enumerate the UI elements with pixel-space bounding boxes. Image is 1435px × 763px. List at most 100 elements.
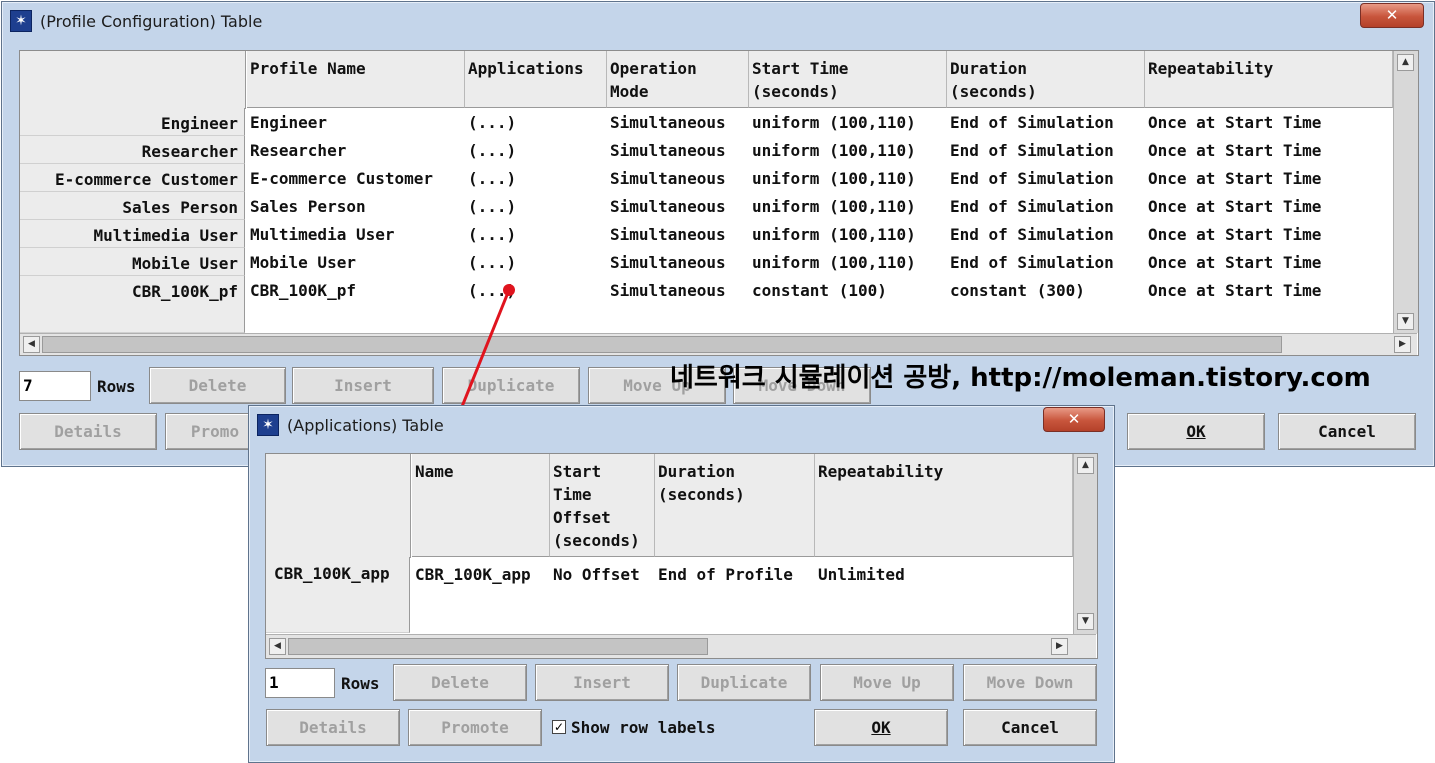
row-label[interactable]: Sales Person [20, 192, 245, 220]
delete-button[interactable]: Delete [393, 664, 527, 701]
cell-start-time[interactable]: uniform (100,110) [749, 113, 916, 132]
cell-duration[interactable]: End of Simulation [947, 197, 1114, 216]
cell-profile-name[interactable]: Engineer [247, 113, 327, 132]
col-header-name[interactable]: Name [412, 454, 550, 557]
col-header-repeatability[interactable]: Repeatability [1145, 51, 1393, 108]
row-label[interactable]: Engineer [20, 108, 245, 136]
cell-profile-name[interactable]: Sales Person [247, 197, 366, 216]
cell-profile-name[interactable]: Mobile User [247, 253, 356, 272]
cell-repeatability[interactable]: Once at Start Time [1145, 197, 1321, 216]
cell-start-time[interactable]: constant (100) [749, 281, 887, 300]
row-label[interactable]: CBR_100K_pf [20, 276, 245, 333]
insert-button[interactable]: Insert [292, 367, 434, 404]
cell-applications[interactable]: (...) [465, 197, 516, 216]
cell-duration[interactable]: End of Simulation [947, 253, 1114, 272]
cell-profile-name[interactable]: Researcher [247, 141, 346, 160]
col-header-duration[interactable]: Duration (seconds) [655, 454, 815, 557]
rows-count-input[interactable]: 1 [265, 668, 335, 698]
cell-duration[interactable]: constant (300) [947, 281, 1085, 300]
profile-configuration-window: ✶ (Profile Configuration) Table ✕ Profil… [1, 1, 1435, 467]
show-row-labels-checkbox[interactable]: ✓ [552, 720, 566, 734]
horizontal-scroll-thumb[interactable] [42, 336, 1282, 353]
cell-applications[interactable]: (...) [465, 225, 516, 244]
show-row-labels-label[interactable]: Show row labels [571, 718, 716, 737]
cell-operation-mode[interactable]: Simultaneous [607, 253, 726, 272]
ok-button[interactable]: OK [1127, 413, 1265, 450]
col-header-profile-name[interactable]: Profile Name [247, 51, 465, 108]
move-down-button[interactable]: Move Down [963, 664, 1097, 701]
horizontal-scroll-thumb[interactable] [288, 638, 708, 655]
scroll-right-arrow-icon[interactable]: ▶ [1394, 336, 1411, 353]
scroll-down-arrow-icon[interactable]: ▼ [1077, 613, 1094, 630]
duplicate-button[interactable]: Duplicate [677, 664, 811, 701]
cell-duration[interactable]: End of Simulation [947, 141, 1114, 160]
cell-applications[interactable]: (...) [465, 253, 516, 272]
cell-repeatability[interactable]: Once at Start Time [1145, 281, 1321, 300]
cancel-button[interactable]: Cancel [963, 709, 1097, 746]
row-label[interactable]: Multimedia User [20, 220, 245, 248]
cell-duration[interactable]: End of Simulation [947, 225, 1114, 244]
cell-profile-name[interactable]: CBR_100K_pf [247, 281, 356, 300]
apps-table-vertical-scrollbar[interactable]: ▲ ▼ [1073, 454, 1097, 634]
cell-start-time[interactable]: uniform (100,110) [749, 197, 916, 216]
col-header-start-time[interactable]: Start Time (seconds) [749, 51, 947, 108]
cell-repeatability[interactable]: Once at Start Time [1145, 225, 1321, 244]
row-label[interactable]: Mobile User [20, 248, 245, 276]
scroll-right-arrow-icon[interactable]: ▶ [1051, 638, 1068, 655]
cell-profile-name[interactable]: Multimedia User [247, 225, 395, 244]
duplicate-button[interactable]: Duplicate [442, 367, 580, 404]
scroll-down-arrow-icon[interactable]: ▼ [1397, 313, 1414, 330]
col-header-repeatability[interactable]: Repeatability [815, 454, 1073, 557]
cell-applications[interactable]: (...) [465, 169, 516, 188]
cell-repeatability[interactable]: Once at Start Time [1145, 253, 1321, 272]
cell-start-time[interactable]: uniform (100,110) [749, 253, 916, 272]
profile-table-vertical-scrollbar[interactable]: ▲ ▼ [1393, 51, 1418, 333]
cell-name[interactable]: CBR_100K_app [412, 565, 531, 584]
row-label[interactable]: Researcher [20, 136, 245, 164]
scroll-left-arrow-icon[interactable]: ◀ [23, 336, 40, 353]
col-header-applications[interactable]: Applications [465, 51, 607, 108]
cell-operation-mode[interactable]: Simultaneous [607, 169, 726, 188]
promote-button[interactable]: Promote [408, 709, 542, 746]
cell-duration[interactable]: End of Simulation [947, 113, 1114, 132]
cell-repeatability[interactable]: Once at Start Time [1145, 169, 1321, 188]
cell-operation-mode[interactable]: Simultaneous [607, 141, 726, 160]
rows-count-input[interactable]: 7 [19, 371, 91, 401]
scroll-up-arrow-icon[interactable]: ▲ [1077, 457, 1094, 474]
col-header-operation-mode[interactable]: Operation Mode [607, 51, 749, 108]
insert-button[interactable]: Insert [535, 664, 669, 701]
details-button[interactable]: Details [19, 413, 157, 450]
delete-button[interactable]: Delete [149, 367, 286, 404]
cell-applications[interactable]: (...) [465, 141, 516, 160]
scroll-left-arrow-icon[interactable]: ◀ [269, 638, 286, 655]
cell-repeatability[interactable]: Unlimited [815, 565, 905, 584]
profile-window-close-button[interactable]: ✕ [1360, 3, 1424, 28]
cell-start-time[interactable]: uniform (100,110) [749, 225, 916, 244]
profile-table-horizontal-scrollbar[interactable]: ◀ ▶ [20, 333, 1417, 355]
cell-repeatability[interactable]: Once at Start Time [1145, 141, 1321, 160]
row-label[interactable]: E-commerce Customer [20, 164, 245, 192]
cell-start-time-offset[interactable]: No Offset [550, 565, 640, 584]
details-button[interactable]: Details [266, 709, 400, 746]
cell-operation-mode[interactable]: Simultaneous [607, 281, 726, 300]
cell-duration[interactable]: End of Simulation [947, 169, 1114, 188]
cell-applications[interactable]: (...) [465, 113, 516, 132]
cell-repeatability[interactable]: Once at Start Time [1145, 113, 1321, 132]
cell-operation-mode[interactable]: Simultaneous [607, 225, 726, 244]
cell-start-time[interactable]: uniform (100,110) [749, 141, 916, 160]
cell-operation-mode[interactable]: Simultaneous [607, 197, 726, 216]
cell-start-time[interactable]: uniform (100,110) [749, 169, 916, 188]
cell-applications[interactable]: (...) [465, 281, 516, 300]
cell-duration[interactable]: End of Profile [655, 565, 793, 584]
scroll-up-arrow-icon[interactable]: ▲ [1397, 54, 1414, 71]
cancel-button[interactable]: Cancel [1278, 413, 1416, 450]
col-header-start-time-offset[interactable]: Start Time Offset (seconds) [550, 454, 655, 557]
ok-button[interactable]: OK [814, 709, 948, 746]
apps-window-close-button[interactable]: ✕ [1043, 407, 1105, 432]
cell-profile-name[interactable]: E-commerce Customer [247, 169, 433, 188]
cell-operation-mode[interactable]: Simultaneous [607, 113, 726, 132]
move-up-button[interactable]: Move Up [820, 664, 954, 701]
col-header-duration[interactable]: Duration (seconds) [947, 51, 1145, 108]
row-label[interactable]: CBR_100K_app [266, 557, 410, 633]
apps-table-horizontal-scrollbar[interactable]: ◀ ▶ [266, 634, 1096, 658]
